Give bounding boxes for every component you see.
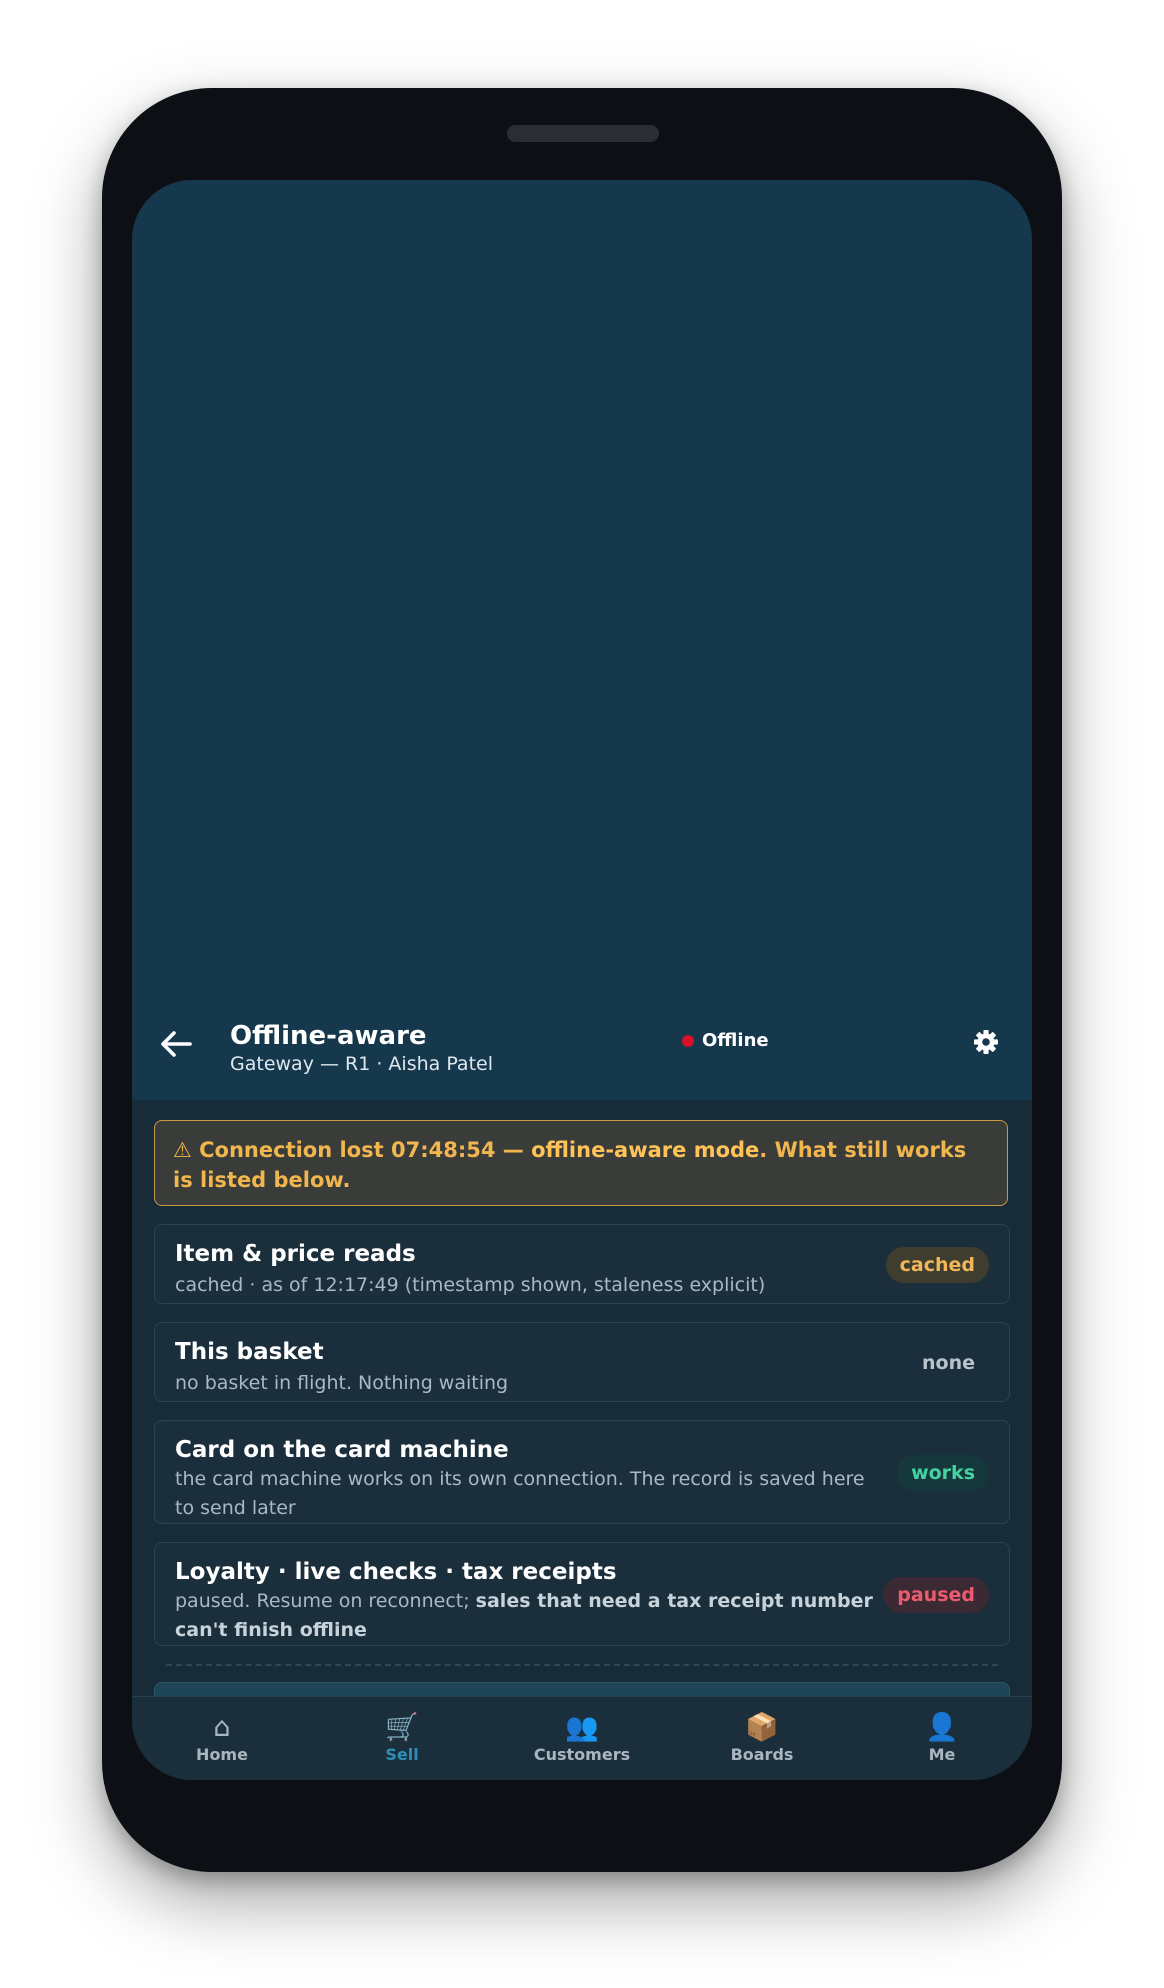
- phone-speaker: [507, 125, 659, 142]
- capability-loyalty: Loyalty · live checks · tax receipts pau…: [154, 1542, 1010, 1646]
- tab-boards[interactable]: 📦 Boards: [672, 1697, 852, 1780]
- package-icon: 📦: [745, 1712, 779, 1743]
- capability-desc: cached · as of 12:17:49 (timestamp shown…: [175, 1274, 766, 1296]
- status-badge: works: [897, 1455, 989, 1491]
- status-badge: paused: [883, 1577, 989, 1613]
- capability-title: Item & price reads: [175, 1241, 416, 1267]
- capability-desc: paused. Resume on reconnect; sales that …: [175, 1587, 875, 1645]
- user-icon: 👤: [925, 1712, 959, 1743]
- offline-banner: ⚠ Connection lost 07:48:54 — offline-awa…: [154, 1120, 1008, 1206]
- phone-frame: Offline-aware Gateway — R1 · Aisha Patel…: [102, 88, 1062, 1872]
- home-icon: ⌂: [213, 1712, 231, 1743]
- tab-label: Home: [196, 1745, 248, 1764]
- tab-sell[interactable]: 🛒 Sell: [312, 1697, 492, 1780]
- tab-label: Customers: [533, 1745, 631, 1764]
- cart-icon: 🛒: [385, 1712, 419, 1743]
- tab-home[interactable]: ⌂ Home: [132, 1697, 312, 1780]
- tab-label: Boards: [730, 1745, 794, 1764]
- screen: Offline-aware Gateway — R1 · Aisha Patel…: [132, 180, 1032, 1780]
- tab-label: Sell: [385, 1745, 419, 1764]
- title-block: Offline-aware Gateway — R1 · Aisha Patel: [230, 1020, 493, 1076]
- status-badge: cached: [885, 1247, 989, 1283]
- divider: [166, 1664, 998, 1666]
- status-badge: none: [922, 1352, 975, 1374]
- banner-mode: offline-aware mode: [531, 1138, 760, 1162]
- status-label: Offline: [702, 1030, 769, 1051]
- page-title: Offline-aware: [230, 1021, 427, 1051]
- content-area: ⚠ Connection lost 07:48:54 — offline-awa…: [132, 1100, 1032, 1760]
- capability-desc: the card machine works on its own connec…: [175, 1468, 865, 1519]
- tab-me[interactable]: 👤 Me: [852, 1697, 1032, 1780]
- app-header: Offline-aware Gateway — R1 · Aisha Patel…: [132, 1010, 1032, 1100]
- bottom-tab-bar: ⌂ Home 🛒 Sell 👥 Customers 📦 Boards 👤 Me: [132, 1696, 1032, 1780]
- banner-text: Connection lost 07:48:54 —: [199, 1138, 532, 1162]
- settings-button[interactable]: [968, 1024, 1004, 1060]
- page-subtitle: Gateway — R1 · Aisha Patel: [230, 1053, 493, 1075]
- gear-icon: [974, 1030, 998, 1054]
- back-button[interactable]: [156, 1024, 196, 1064]
- capability-title: Card on the card machine: [175, 1437, 509, 1463]
- customers-icon: 👥: [565, 1712, 599, 1743]
- capability-desc: no basket in flight. Nothing waiting: [175, 1372, 509, 1394]
- arrow-left-icon: [161, 1031, 192, 1057]
- hero-area: [132, 180, 1032, 1010]
- tab-label: Me: [928, 1745, 956, 1764]
- capability-item-reads: Item & price reads cached · as of 12:17:…: [154, 1224, 1010, 1304]
- capability-title: This basket: [175, 1339, 324, 1365]
- tab-customers[interactable]: 👥 Customers: [492, 1697, 672, 1780]
- capability-title: Loyalty · live checks · tax receipts: [175, 1559, 617, 1585]
- capability-basket: This basket no basket in flight. Nothing…: [154, 1322, 1010, 1402]
- connection-status: Offline: [682, 1030, 769, 1051]
- status-dot-icon: [682, 1034, 694, 1047]
- capability-card-machine: Card on the card machine the card machin…: [154, 1420, 1010, 1524]
- warning-icon: ⚠: [173, 1138, 192, 1162]
- capability-desc-text: paused. Resume on reconnect;: [175, 1590, 476, 1612]
